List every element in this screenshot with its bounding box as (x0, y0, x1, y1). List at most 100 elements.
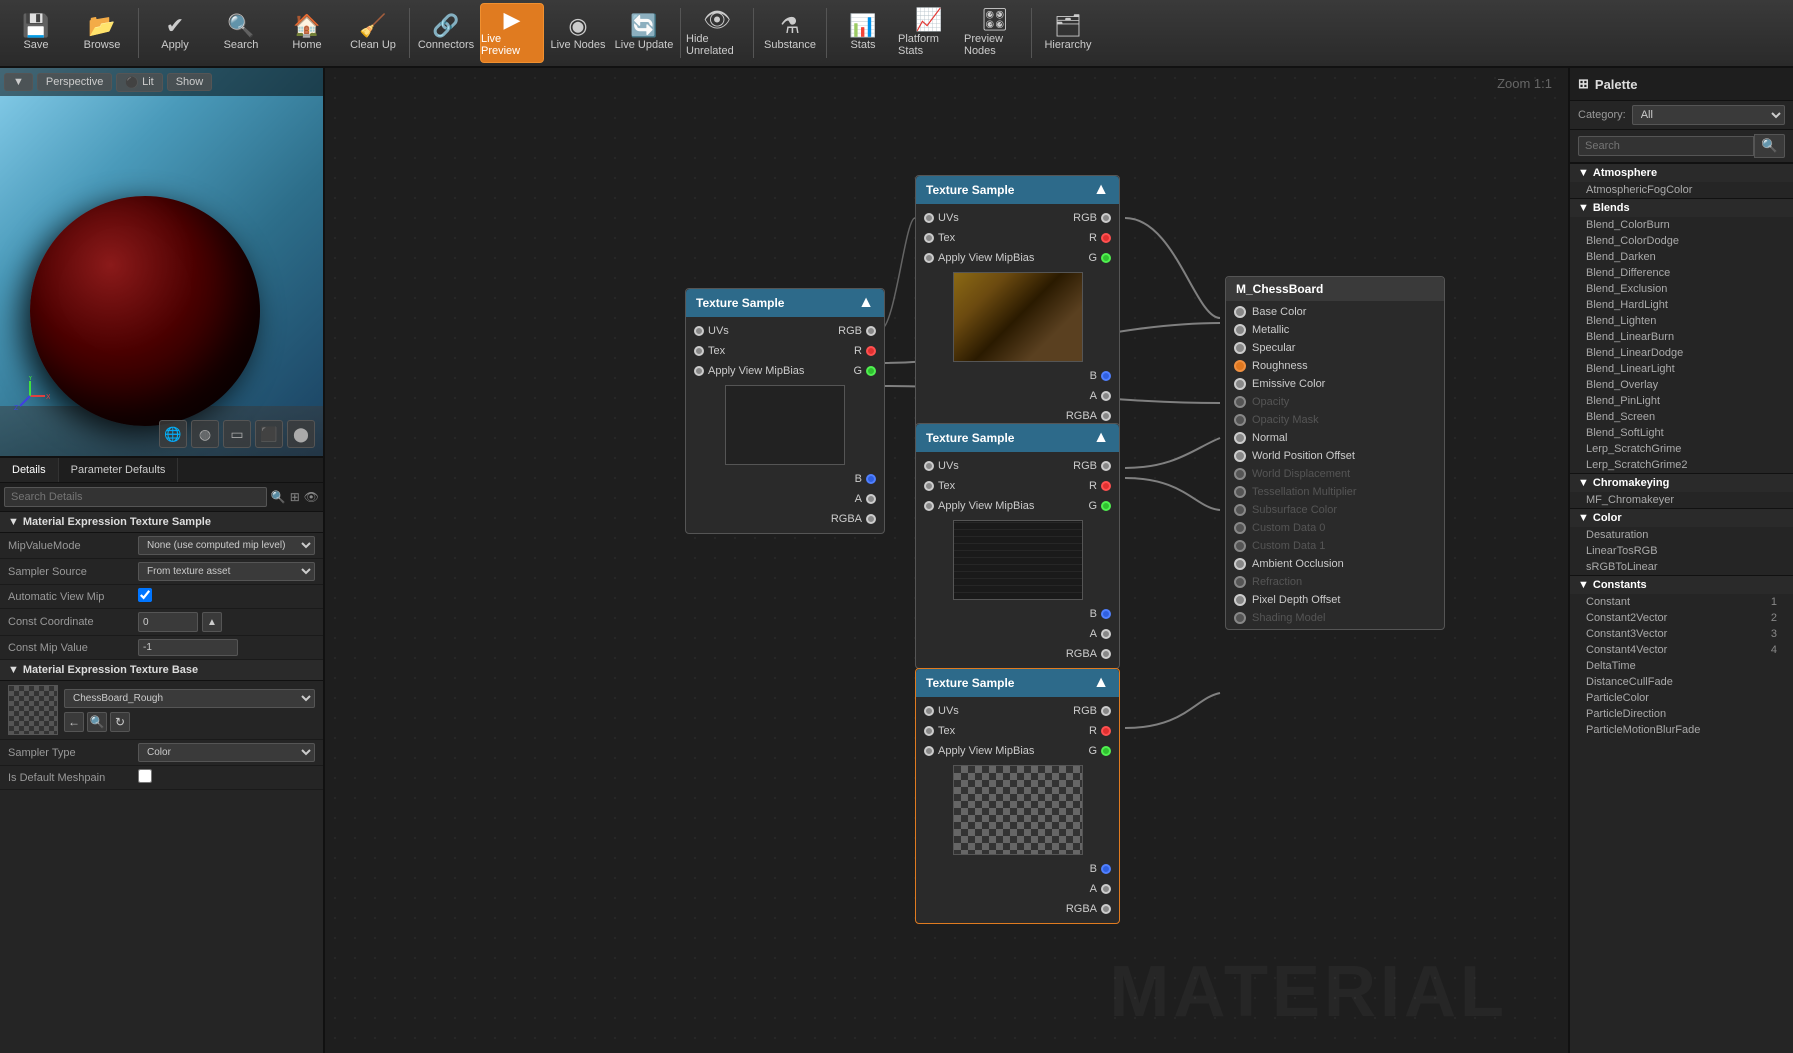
const-coord-stepper[interactable]: ▲ (202, 612, 222, 632)
palette-section-color[interactable]: ▼Color (1570, 508, 1793, 527)
default-meshpain-checkbox[interactable] (138, 769, 152, 783)
palette-item[interactable]: Blend_ColorBurn (1570, 217, 1793, 233)
pin-b-out-3[interactable] (1101, 609, 1111, 619)
hierarchy-button[interactable]: 🗂 Hierarchy (1036, 3, 1100, 63)
lit-button[interactable]: ⚫ Lit (116, 73, 162, 92)
node-m-chessboard[interactable]: M_ChessBoard Base Color Metallic Specula… (1225, 276, 1445, 630)
palette-item[interactable]: ParticleColor (1570, 690, 1793, 706)
home-button[interactable]: 🏠 Home (275, 3, 339, 63)
cleanup-button[interactable]: 🧹 Clean Up (341, 3, 405, 63)
livepreview-button[interactable]: ▶ Live Preview (480, 3, 544, 63)
palette-item[interactable]: Blend_Overlay (1570, 377, 1793, 393)
palette-item[interactable]: sRGBToLinear (1570, 559, 1793, 575)
browse-button[interactable]: 📂 Browse (70, 3, 134, 63)
palette-search-input[interactable] (1578, 136, 1754, 156)
pin-g-out-4[interactable] (1101, 746, 1111, 756)
search-button[interactable]: 🔍 Search (209, 3, 273, 63)
platformstats-button[interactable]: 📈 Platform Stats (897, 3, 961, 63)
auto-view-mip-checkbox[interactable] (138, 588, 152, 602)
substance-button[interactable]: ⚗ Substance (758, 3, 822, 63)
palette-item[interactable]: Constant2Vector2 (1570, 610, 1793, 626)
pin-r-out-2[interactable] (1101, 233, 1111, 243)
node-maximize-3[interactable]: ▲ (1093, 429, 1109, 447)
palette-item[interactable]: ParticleMotionBlurFade (1570, 722, 1793, 738)
pin-rgba-out-1[interactable] (866, 514, 876, 524)
pin-emissive[interactable] (1234, 378, 1246, 390)
node-texture-sample-1[interactable]: Texture Sample ▲ UVs RGB Tex R (685, 288, 885, 534)
palette-item[interactable]: Blend_PinLight (1570, 393, 1793, 409)
pin-tessellation[interactable] (1234, 486, 1246, 498)
sampler-type-select[interactable]: Color (138, 743, 315, 762)
stats-button[interactable]: 📊 Stats (831, 3, 895, 63)
pin-normal[interactable] (1234, 432, 1246, 444)
section-expr-texture-base[interactable]: ▼ Material Expression Texture Base (0, 660, 323, 681)
save-button[interactable]: 💾 Save (4, 3, 68, 63)
palette-section-chromakeying[interactable]: ▼Chromakeying (1570, 473, 1793, 492)
pin-shadingmodel[interactable] (1234, 612, 1246, 624)
hideunrelated-button[interactable]: 👁 Hide Unrelated (685, 3, 749, 63)
palette-item[interactable]: Blend_HardLight (1570, 297, 1793, 313)
palette-item[interactable]: LinearTosRGB (1570, 543, 1793, 559)
palette-item[interactable]: Blend_SoftLight (1570, 425, 1793, 441)
pin-r-out-3[interactable] (1101, 481, 1111, 491)
node-maximize-4[interactable]: ▲ (1093, 674, 1109, 692)
palette-item[interactable]: Blend_Difference (1570, 265, 1793, 281)
pin-uvs-in-3[interactable] (924, 461, 934, 471)
viewport-sphere-button[interactable]: ◍ (191, 420, 219, 448)
palette-section-atmosphere[interactable]: ▼Atmosphere (1570, 163, 1793, 182)
pin-a-out-2[interactable] (1101, 391, 1111, 401)
palette-section-blends[interactable]: ▼Blends (1570, 198, 1793, 217)
pin-subsurface[interactable] (1234, 504, 1246, 516)
palette-category-select[interactable]: All (1632, 105, 1785, 125)
palette-item[interactable]: Desaturation (1570, 527, 1793, 543)
pin-r-out-4[interactable] (1101, 726, 1111, 736)
palette-item[interactable]: Constant4Vector4 (1570, 642, 1793, 658)
pin-a-out-3[interactable] (1101, 629, 1111, 639)
pin-b-out-2[interactable] (1101, 371, 1111, 381)
palette-item[interactable]: Blend_LinearBurn (1570, 329, 1793, 345)
pin-basecolor[interactable] (1234, 306, 1246, 318)
sampler-source-select[interactable]: From texture asset (138, 562, 315, 581)
details-search-input[interactable] (4, 487, 267, 507)
apply-button[interactable]: ✔ Apply (143, 3, 207, 63)
palette-item[interactable]: ParticleDirection (1570, 706, 1793, 722)
pin-rgba-out-2[interactable] (1101, 411, 1111, 421)
details-eye-icon[interactable]: 👁 (304, 490, 319, 504)
pin-mip-in-3[interactable] (924, 501, 934, 511)
viewport-cylinder-button[interactable]: ⬤ (287, 420, 315, 448)
pin-worldpos[interactable] (1234, 450, 1246, 462)
palette-item[interactable]: Blend_Screen (1570, 409, 1793, 425)
pin-rgb-out-3[interactable] (1101, 461, 1111, 471)
palette-section-constants[interactable]: ▼Constants (1570, 575, 1793, 594)
details-grid-icon[interactable]: ⊞ (290, 490, 300, 504)
tab-details[interactable]: Details (0, 458, 59, 482)
palette-item[interactable]: Lerp_ScratchGrime2 (1570, 457, 1793, 473)
pin-r-out-1[interactable] (866, 346, 876, 356)
pin-rgba-out-4[interactable] (1101, 904, 1111, 914)
palette-item[interactable]: Constant1 (1570, 594, 1793, 610)
palette-item[interactable]: Blend_LinearDodge (1570, 345, 1793, 361)
node-texture-sample-4[interactable]: Texture Sample ▲ UVs RGB Tex R (915, 668, 1120, 924)
details-search-icon[interactable]: 🔍 (271, 490, 286, 504)
pin-uvs-in-1[interactable] (694, 326, 704, 336)
pin-b-out-4[interactable] (1101, 864, 1111, 874)
pin-roughness[interactable] (1234, 360, 1246, 372)
palette-item[interactable]: DistanceCullFade (1570, 674, 1793, 690)
pin-rgb-out-4[interactable] (1101, 706, 1111, 716)
pin-b-out-1[interactable] (866, 474, 876, 484)
liveupdate-button[interactable]: 🔄 Live Update (612, 3, 676, 63)
pin-mip-in-2[interactable] (924, 253, 934, 263)
viewport-lit-button[interactable]: 🌐 (159, 420, 187, 448)
pin-opacity-mask[interactable] (1234, 414, 1246, 426)
livenodes-button[interactable]: ◉ Live Nodes (546, 3, 610, 63)
pin-tex-in-4[interactable] (924, 726, 934, 736)
pin-worlddisp[interactable] (1234, 468, 1246, 480)
pin-metallic[interactable] (1234, 324, 1246, 336)
node-maximize-2[interactable]: ▲ (1093, 181, 1109, 199)
palette-item[interactable]: Blend_Lighten (1570, 313, 1793, 329)
palette-item[interactable]: AtmosphericFogColor (1570, 182, 1793, 198)
pin-a-out-1[interactable] (866, 494, 876, 504)
perspective-button[interactable]: Perspective (37, 73, 112, 91)
pin-rgb-out-1[interactable] (866, 326, 876, 336)
pin-uvs-in-4[interactable] (924, 706, 934, 716)
